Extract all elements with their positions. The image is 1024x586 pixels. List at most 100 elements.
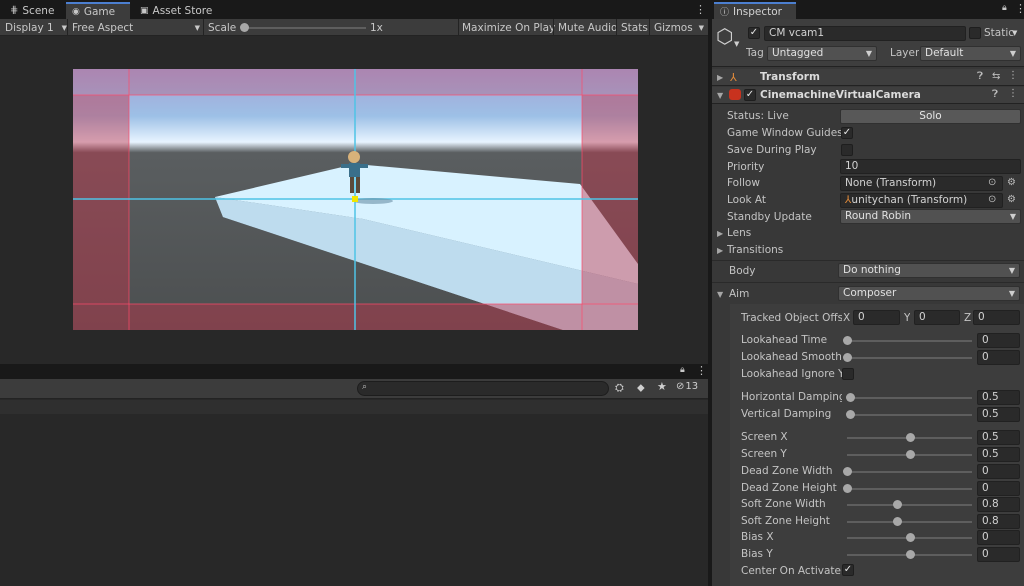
help-icon[interactable]: ❓︎ bbox=[977, 71, 983, 82]
slider-knob[interactable] bbox=[893, 500, 902, 509]
offset-y-field[interactable]: 0 bbox=[914, 310, 960, 325]
standby-update-label: Standby Update bbox=[727, 211, 812, 223]
slider-value-field[interactable]: 0.5 bbox=[977, 407, 1020, 422]
save-during-play-checkbox[interactable] bbox=[841, 144, 853, 156]
kebab-menu-icon[interactable]: ⋮ bbox=[696, 364, 707, 377]
scale-slider-track[interactable] bbox=[242, 27, 366, 29]
hidden-visibility-toggle[interactable]: ⊘ 13 bbox=[676, 381, 698, 392]
slider-track[interactable] bbox=[847, 397, 972, 399]
slider-value-field[interactable]: 0.5 bbox=[977, 430, 1020, 445]
slider-track[interactable] bbox=[847, 357, 972, 359]
priority-field[interactable]: 10 bbox=[840, 159, 1021, 174]
foldout-collapsed-icon[interactable]: ▶ bbox=[717, 229, 723, 238]
gizmos-dropdown[interactable]: Gizmos ▼ bbox=[654, 19, 704, 36]
look-at-field[interactable]: ⅄unitychan (Transform) bbox=[840, 193, 1003, 208]
aim-dropdown[interactable]: Composer ▼ bbox=[838, 286, 1020, 301]
foldout-expanded-icon[interactable]: ▼ bbox=[717, 91, 723, 100]
slider-track[interactable] bbox=[847, 488, 972, 490]
tag-dropdown[interactable]: Untagged ▼ bbox=[767, 46, 877, 61]
slider-value-field[interactable]: 0 bbox=[977, 464, 1020, 479]
offset-z-field[interactable]: 0 bbox=[973, 310, 1020, 325]
tab-scene[interactable]: ⋕ Scene bbox=[4, 2, 60, 19]
presets-icon[interactable]: ⇆ bbox=[992, 71, 1000, 82]
static-checkbox[interactable] bbox=[969, 27, 981, 39]
slider-value-field[interactable]: 0 bbox=[977, 481, 1020, 496]
kebab-menu-icon[interactable]: ⋮ bbox=[695, 3, 706, 16]
foldout-collapsed-icon[interactable]: ▶ bbox=[717, 73, 723, 82]
lookahead-ignore-y-checkbox[interactable] bbox=[842, 368, 854, 380]
aspect-dropdown[interactable]: Free Aspect ▼ bbox=[72, 19, 200, 36]
gear-icon[interactable]: ⚙ bbox=[1007, 194, 1016, 205]
object-name-field[interactable]: CM vcam1 bbox=[764, 26, 966, 41]
tab-game[interactable]: ◉ Game bbox=[66, 2, 130, 19]
object-picker-icon[interactable]: ⊙ bbox=[988, 194, 996, 205]
slider-knob[interactable] bbox=[843, 484, 852, 493]
slider-track[interactable] bbox=[847, 414, 972, 416]
game-viewport[interactable] bbox=[73, 69, 638, 330]
slider-value-field[interactable]: 0 bbox=[977, 333, 1020, 348]
help-icon[interactable]: ❓︎ bbox=[992, 89, 998, 100]
console-row[interactable] bbox=[0, 400, 708, 414]
slider-value-field[interactable]: 0 bbox=[977, 350, 1020, 365]
standby-update-dropdown[interactable]: Round Robin ▼ bbox=[840, 209, 1021, 224]
lock-icon[interactable]: 🔒︎ bbox=[680, 365, 685, 375]
center-on-activate-checkbox[interactable]: ✓ bbox=[842, 564, 854, 576]
foldout-expanded-icon[interactable]: ▼ bbox=[717, 290, 723, 299]
maximize-on-play-button[interactable]: Maximize On Play bbox=[462, 19, 555, 36]
display-label: Display 1 bbox=[5, 21, 54, 34]
gameobject-cube-icon[interactable]: ⬡ bbox=[716, 24, 733, 48]
tab-scene-label: Scene bbox=[22, 4, 55, 17]
layer-dropdown[interactable]: Default ▼ bbox=[920, 46, 1021, 61]
slider-value-field[interactable]: 0 bbox=[977, 530, 1020, 545]
tab-asset-store[interactable]: ▣ Asset Store bbox=[134, 2, 218, 19]
follow-field[interactable]: None (Transform) bbox=[840, 176, 1003, 191]
tab-game-label: Game bbox=[83, 5, 116, 18]
caret-down-icon[interactable]: ▼ bbox=[1012, 29, 1017, 37]
object-picker-icon[interactable]: ⊙ bbox=[988, 177, 996, 188]
lens-foldout[interactable]: Lens bbox=[727, 227, 751, 239]
console-search-input[interactable]: ⌕ bbox=[357, 381, 609, 396]
slider-value-field[interactable]: 0.8 bbox=[977, 514, 1020, 529]
caret-down-icon: ▼ bbox=[865, 49, 872, 58]
slider-knob[interactable] bbox=[893, 517, 902, 526]
offset-x-field[interactable]: 0 bbox=[853, 310, 900, 325]
kebab-menu-icon[interactable]: ⋮ bbox=[1015, 2, 1024, 15]
scale-slider-knob[interactable] bbox=[240, 23, 249, 32]
lock-icon[interactable]: 🔒︎ bbox=[1002, 3, 1007, 13]
slider-value-field[interactable]: 0.5 bbox=[977, 390, 1020, 405]
tab-inspector[interactable]: ⓘ Inspector bbox=[714, 2, 796, 19]
slider-knob[interactable] bbox=[905, 433, 915, 442]
mute-audio-button[interactable]: Mute Audio bbox=[558, 19, 617, 36]
slider-knob[interactable] bbox=[843, 467, 852, 476]
gear-icon[interactable]: ⚙ bbox=[1007, 177, 1016, 188]
slider-value-field[interactable]: 0.8 bbox=[977, 497, 1020, 512]
slider-knob[interactable] bbox=[843, 336, 852, 345]
slider-value-field[interactable]: 0 bbox=[977, 547, 1020, 562]
slider-track[interactable] bbox=[847, 471, 972, 473]
solo-button[interactable]: Solo bbox=[840, 109, 1021, 124]
game-window-guides-checkbox[interactable]: ✓ bbox=[841, 127, 853, 139]
foldout-collapsed-icon[interactable]: ▶ bbox=[717, 246, 723, 255]
slider-track[interactable] bbox=[847, 504, 972, 506]
slider-knob[interactable] bbox=[905, 550, 915, 559]
display-dropdown[interactable]: Display 1 ▼ bbox=[5, 19, 67, 36]
kebab-menu-icon[interactable]: ⋮ bbox=[1008, 70, 1018, 81]
tag-icon[interactable]: ⬥ bbox=[637, 381, 645, 395]
slider-track[interactable] bbox=[847, 340, 972, 342]
slider-track[interactable] bbox=[847, 521, 972, 523]
slider-value-field[interactable]: 0.5 bbox=[977, 447, 1020, 462]
slider-knob[interactable] bbox=[905, 533, 915, 542]
slider-knob[interactable] bbox=[905, 450, 915, 459]
component-enabled-checkbox[interactable]: ✓ bbox=[744, 89, 756, 101]
kebab-menu-icon[interactable]: ⋮ bbox=[1008, 88, 1018, 99]
star-icon[interactable]: ★ bbox=[657, 380, 667, 393]
slider-knob[interactable] bbox=[843, 353, 852, 362]
transitions-foldout[interactable]: Transitions bbox=[727, 244, 783, 256]
active-checkbox[interactable]: ✓ bbox=[748, 27, 760, 39]
body-value: Do nothing bbox=[843, 264, 901, 276]
eye-slash-icon: ⊘ bbox=[676, 381, 685, 392]
filter-by-type-icon[interactable]: ⛭ bbox=[615, 381, 624, 395]
stats-button[interactable]: Stats bbox=[621, 19, 648, 36]
icon-dropdown-caret-icon[interactable]: ▼ bbox=[734, 40, 739, 48]
body-dropdown[interactable]: Do nothing ▼ bbox=[838, 263, 1020, 278]
